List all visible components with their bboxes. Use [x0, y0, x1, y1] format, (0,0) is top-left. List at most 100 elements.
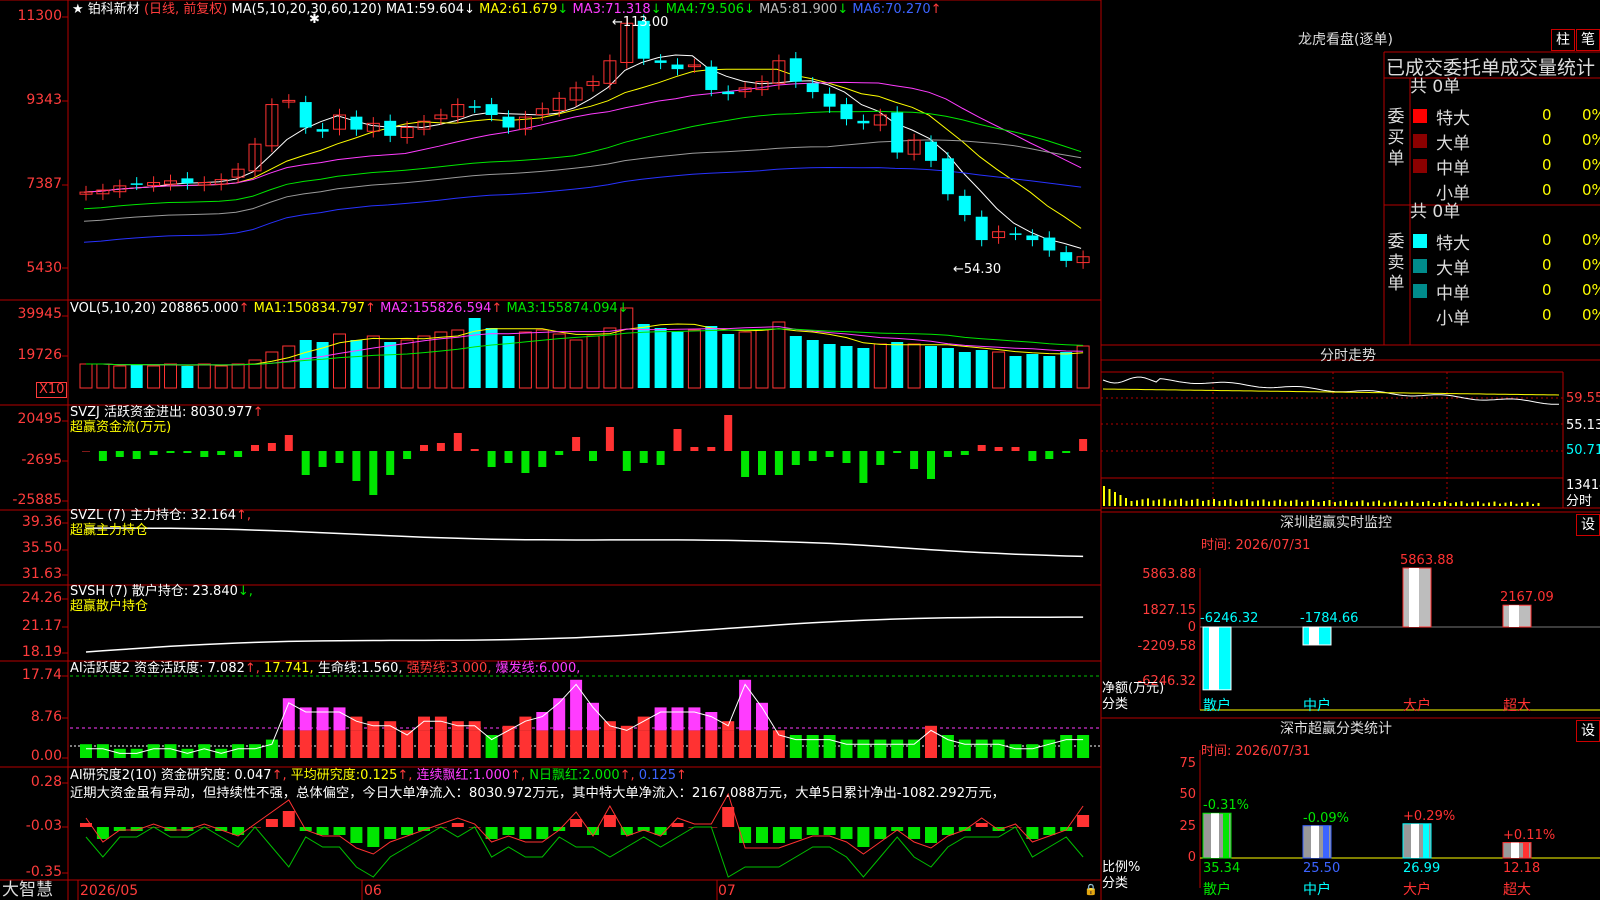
favorite-star-icon[interactable]: ★: [72, 2, 84, 17]
volume-bar: [1076, 345, 1090, 389]
research-bar: [671, 823, 684, 827]
volume-bar: [147, 365, 161, 389]
activity-bar: [401, 730, 414, 731]
order-percent: 0%: [1582, 106, 1600, 124]
order-count: 0: [1542, 181, 1552, 199]
volume-bar: [637, 324, 650, 388]
intraday-volume-bar: [1268, 501, 1270, 506]
ma1-value: 59.604: [418, 2, 465, 17]
order-count: 0: [1542, 281, 1552, 299]
svzl-axis-label: 39.36: [21, 514, 62, 530]
classify-ylabel: 比例%: [1102, 860, 1141, 875]
flow-bar: [555, 451, 564, 455]
activity-bar: [671, 707, 684, 731]
shenzhen-monitor-title: 深圳超赢实时监控: [1280, 515, 1392, 531]
order-row-sell: 特大 0 0%: [1410, 229, 1600, 254]
price-axis-label: 5430: [26, 260, 62, 276]
activity-bar: [857, 739, 870, 758]
lock-icon[interactable]: 🔒: [1084, 882, 1098, 897]
flow-bar: [1079, 439, 1088, 451]
activity-bar: [316, 707, 329, 731]
flow-bar: [774, 451, 783, 475]
chart-mode[interactable]: (日线, 前复权): [144, 2, 227, 17]
stock-name: 铂科新材: [87, 2, 140, 17]
classify-settings-button[interactable]: 设: [1576, 720, 1600, 742]
intraday-volume-bar: [1224, 500, 1226, 506]
volume-bar: [231, 363, 245, 389]
bookmark-icon[interactable]: ✱: [309, 12, 320, 27]
volume-bar: [789, 336, 802, 388]
intraday-volume-bar: [1114, 492, 1116, 506]
volume-bar: [366, 335, 380, 389]
activity-bar: [198, 744, 211, 758]
candle-body: [654, 60, 667, 63]
tick-mode-button[interactable]: 笔: [1576, 29, 1600, 51]
intraday-volume-bar: [1251, 501, 1254, 506]
fenshi-axis-label: 59.55: [1566, 391, 1600, 406]
sz-category-label: 散户: [1203, 698, 1231, 714]
classify-axis-label: 0: [1187, 850, 1196, 865]
activity-bar: [502, 730, 515, 758]
classify-time: 时间: 2026/07/31: [1201, 744, 1311, 759]
flow-bar: [943, 451, 952, 457]
price-axis-label: 9343: [26, 92, 62, 108]
svzj-header: SVZJ 活跃资金进出: 8030.977↑: [70, 405, 264, 420]
vol-value: 208865.000: [160, 301, 239, 316]
sz-bar-value: -6246.32: [1200, 611, 1259, 626]
research-bar: [502, 827, 515, 835]
research-bar: [823, 827, 836, 835]
intraday-volume-bar: [1136, 500, 1138, 506]
activity-bar: [840, 739, 853, 758]
activity-bar: [722, 730, 735, 758]
sz-category-label: 超大: [1503, 698, 1531, 714]
bar-mode-button[interactable]: 柱: [1551, 29, 1575, 51]
flow-bar: [1062, 451, 1071, 453]
intraday-volume-bar: [1125, 498, 1127, 506]
volume-bar: [197, 363, 211, 389]
intraday-volume-bar: [1455, 502, 1457, 506]
flow-bar: [251, 445, 259, 451]
volume-bar: [299, 340, 312, 388]
order-percent: 0%: [1582, 231, 1600, 249]
chart-canvas[interactable]: [0, 0, 1600, 900]
activity-bar: [384, 730, 397, 758]
shenzhen-xlabel: 分类: [1102, 697, 1129, 712]
intraday-volume-bar: [1389, 501, 1391, 506]
vol-unit-badge[interactable]: X10: [36, 382, 68, 398]
flow-bar: [639, 451, 648, 463]
ai1-axis-label: 8.76: [30, 709, 62, 725]
activity-bar: [688, 730, 701, 758]
intraday-volume-bar: [1416, 502, 1419, 506]
shenzhen-settings-button[interactable]: 设: [1576, 514, 1600, 536]
activity-bar: [587, 730, 599, 758]
research-bar: [316, 827, 329, 835]
research-bar: [519, 827, 532, 839]
research-bar: [772, 827, 785, 843]
volume-bar: [907, 343, 921, 389]
volume-bar: [468, 318, 481, 388]
intraday-volume-bar: [1504, 502, 1507, 506]
flow-bar: [1045, 451, 1054, 459]
svsh-axis-label: 24.26: [21, 590, 62, 606]
research-bar: [857, 827, 870, 847]
ma2-label: MA2:: [479, 2, 512, 17]
candle-body: [840, 104, 853, 120]
flow-bar: [352, 451, 361, 481]
volume-bar: [569, 339, 583, 389]
activity-bar: [333, 730, 346, 758]
intraday-volume-bar: [1493, 501, 1496, 506]
order-color-swatch: [1413, 234, 1427, 248]
volume-bar: [79, 363, 93, 389]
intraday-volume-bar: [1246, 499, 1248, 506]
activity-bar: [418, 716, 430, 731]
intraday-volume-bar: [1301, 501, 1303, 506]
activity-bar: [1060, 735, 1073, 758]
flow-bar: [403, 451, 412, 459]
order-percent: 0%: [1582, 256, 1600, 274]
intraday-volume-bar: [1163, 498, 1166, 506]
volume-bar: [755, 329, 769, 389]
classify-value: 25.50: [1303, 861, 1341, 876]
intraday-volume-bar: [1103, 486, 1105, 506]
flow-bar: [284, 435, 293, 451]
flow-bar: [741, 451, 750, 477]
